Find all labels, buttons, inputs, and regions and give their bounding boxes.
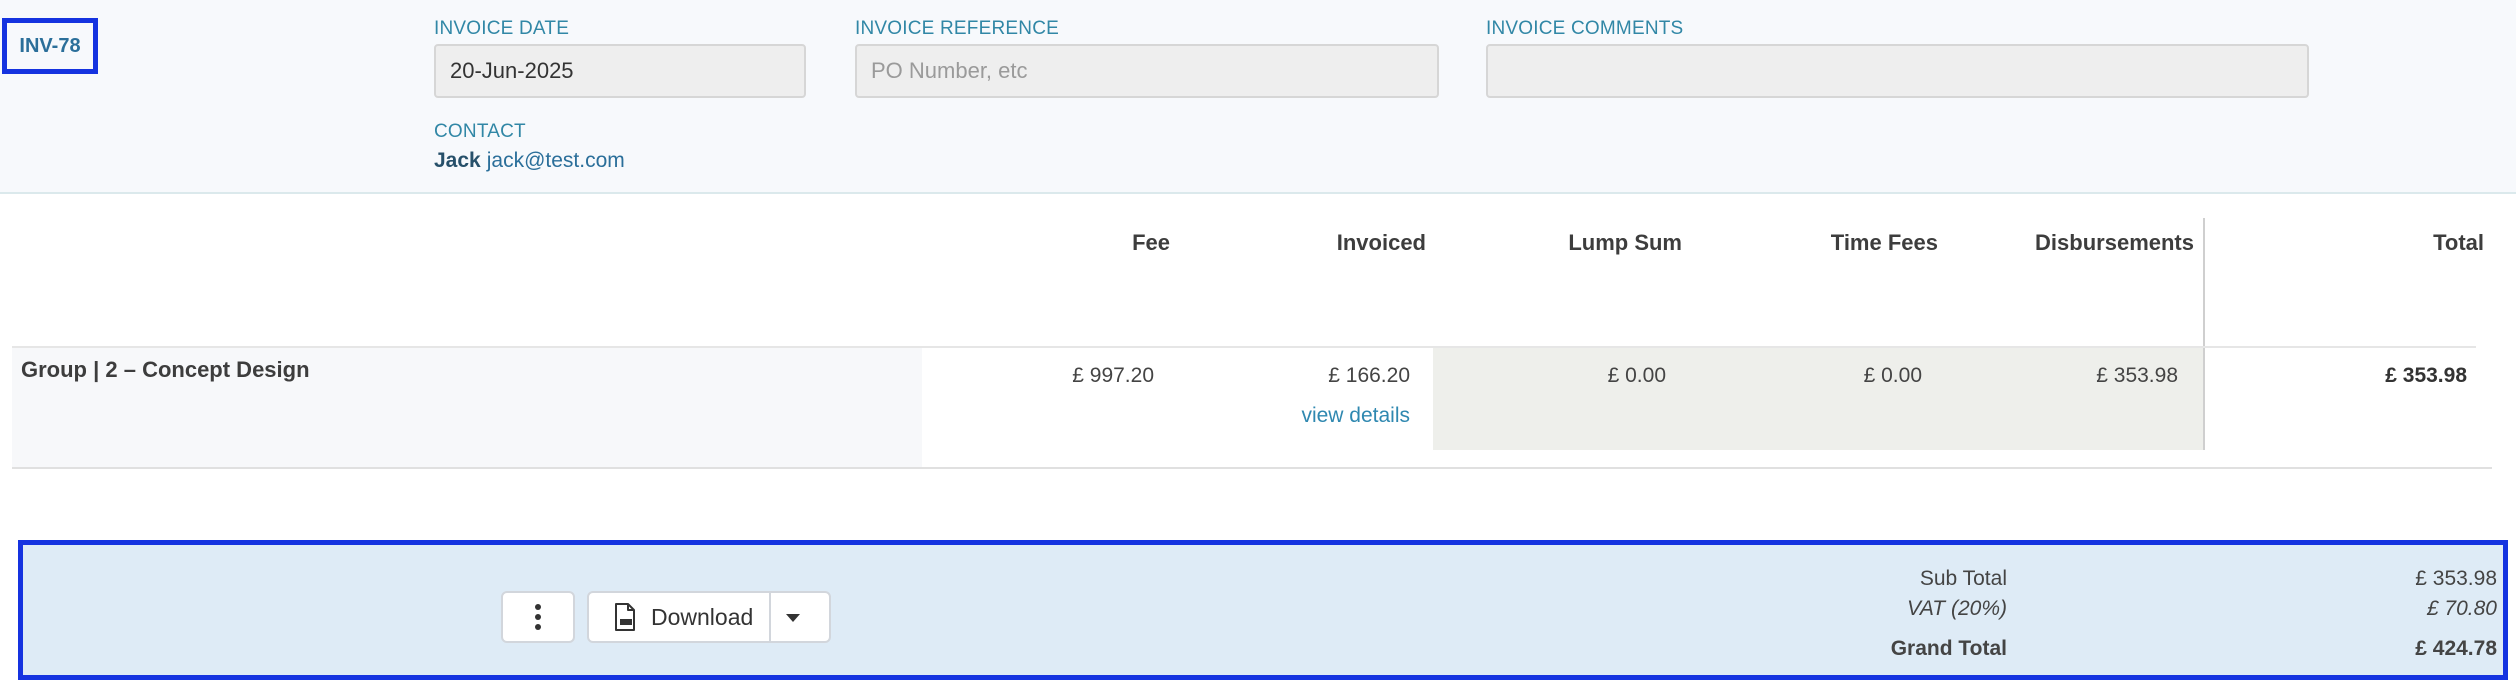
cell-time-fees: £ 0.00 xyxy=(1863,364,1922,387)
grand-total-label: Grand Total xyxy=(1890,637,2007,660)
cell-lump-sum: £ 0.00 xyxy=(1607,364,1666,387)
pdf-file-icon xyxy=(615,603,635,631)
column-header-fee: Fee xyxy=(1132,230,1170,255)
download-button-label: Download xyxy=(651,603,754,630)
view-details-link[interactable]: view details xyxy=(1301,404,1410,428)
cell-total: £ 353.98 xyxy=(2385,364,2467,387)
invoice-comments-label: INVOICE COMMENTS xyxy=(1486,18,1684,39)
column-header-disbursements: Disbursements xyxy=(2035,230,2194,255)
sub-total-value: £ 353.98 xyxy=(2415,567,2497,590)
column-header-lump-sum: Lump Sum xyxy=(1568,230,1682,255)
sub-total-label: Sub Total xyxy=(1919,567,2007,590)
contact-info: Jack jack@test.com xyxy=(434,149,625,173)
cell-disbursements: £ 353.98 xyxy=(2096,364,2178,387)
cell-fee: £ 997.20 xyxy=(1072,364,1154,387)
contact-label: CONTACT xyxy=(434,121,526,142)
vat-label: VAT (20%) xyxy=(1907,597,2007,620)
invoice-date-input[interactable]: 20-Jun-2025 xyxy=(434,44,806,98)
row-divider-bottom xyxy=(12,467,2492,469)
vat-value: £ 70.80 xyxy=(2426,597,2497,620)
cell-invoiced: £ 166.20 xyxy=(1328,364,1410,387)
total-column-divider xyxy=(2203,218,2205,450)
column-header-total: Total xyxy=(2433,230,2484,255)
caret-down-icon[interactable] xyxy=(786,614,800,622)
invoice-reference-label: INVOICE REFERENCE xyxy=(855,18,1059,39)
invoice-date-label: INVOICE DATE xyxy=(434,18,570,39)
invoice-footer: Download Sub Total £ 353.98 VAT (20%) £ … xyxy=(18,540,2508,680)
column-header-invoiced: Invoiced xyxy=(1336,230,1426,255)
invoice-id[interactable]: INV-78 xyxy=(2,18,98,74)
row-breakdown-cells xyxy=(1433,348,2203,450)
table-row-label: Group | 2 – Concept Design xyxy=(21,357,310,382)
more-options-button[interactable] xyxy=(501,591,575,643)
download-split-divider xyxy=(769,593,771,641)
invoice-comments-input[interactable] xyxy=(1486,44,2309,98)
grand-total-value: £ 424.78 xyxy=(2415,637,2497,660)
contact-name: Jack xyxy=(434,149,481,172)
invoice-header: INV-78 INVOICE DATE 20-Jun-2025 INVOICE … xyxy=(0,0,2516,194)
contact-email[interactable]: jack@test.com xyxy=(487,149,625,172)
column-header-time-fees: Time Fees xyxy=(1830,230,1938,255)
invoice-reference-input[interactable]: PO Number, etc xyxy=(855,44,1439,98)
vertical-dots-icon xyxy=(535,604,541,630)
download-button[interactable]: Download xyxy=(587,591,831,643)
